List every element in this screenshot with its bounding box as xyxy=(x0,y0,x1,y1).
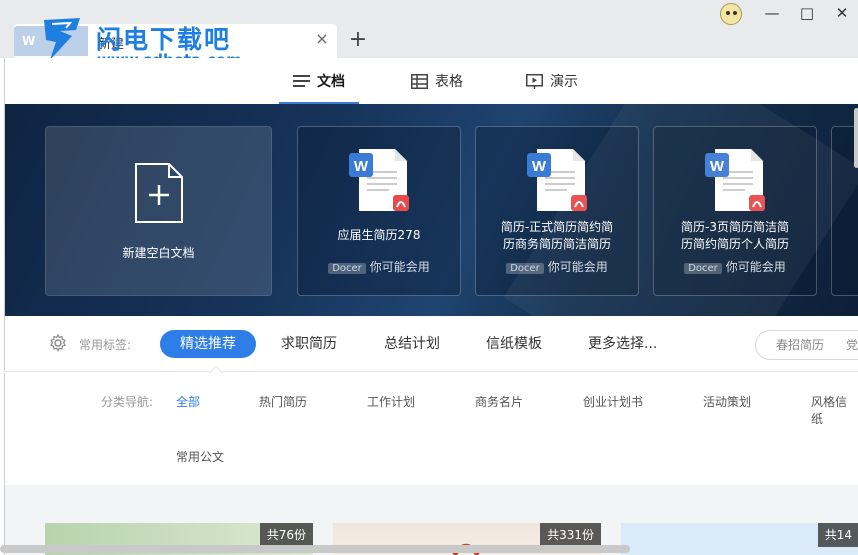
template-title-line2: 历简约简历个人简历 xyxy=(680,237,789,251)
category-nav: 分类导航: 全部 热门简历 工作计划 商务名片 创业计划书 活动策划 风格信纸 … xyxy=(4,373,858,485)
presentation-icon xyxy=(526,73,543,89)
tab-presentation-label: 演示 xyxy=(550,74,578,90)
tab-close-button[interactable]: × xyxy=(313,30,331,48)
template-footer: Docer 你可能会用 xyxy=(654,258,816,275)
template-card[interactable]: W 应届生简历278 Docer 你可能会用 xyxy=(297,126,461,296)
template-footer-text: 你可能会用 xyxy=(369,260,430,274)
user-avatar[interactable] xyxy=(720,3,742,25)
template-title-line1: 简历-3页简历简洁简 xyxy=(681,220,789,234)
category-business-card[interactable]: 商务名片 xyxy=(475,393,523,410)
document-lines-icon xyxy=(293,74,310,87)
template-footer: Docer 你可能会用 xyxy=(476,258,638,275)
svg-text:W: W xyxy=(532,158,547,175)
category-hot-resume[interactable]: 热门简历 xyxy=(259,393,307,410)
common-tags-label: 常用标签: xyxy=(79,338,132,352)
template-card[interactable]: W 简历-正式简历简约简 历商务简历简洁简历 Docer 你可能会用 xyxy=(475,126,639,296)
active-tag-caret xyxy=(210,365,222,373)
docer-badge: Docer xyxy=(328,263,366,274)
tag-featured[interactable]: 精选推荐 xyxy=(160,330,256,358)
minimize-button[interactable]: — xyxy=(760,3,784,23)
tag-letter-template[interactable]: 信纸模板 xyxy=(486,330,542,358)
svg-text:W: W xyxy=(710,158,725,175)
template-banner: 新建空白文档 W 应届生简历278 Docer 你可能会用 W 简历-正式简历简… xyxy=(4,104,858,316)
banner-scrollbar[interactable] xyxy=(854,108,858,168)
close-window-button[interactable]: ✕ xyxy=(830,3,854,23)
watermark-lightning-icon xyxy=(44,18,80,60)
category-event-planning[interactable]: 活动策划 xyxy=(703,393,751,410)
template-thumbnail[interactable]: 共14 xyxy=(621,523,858,555)
table-grid-icon xyxy=(411,73,428,89)
tab-presentation[interactable]: 演示 xyxy=(526,58,578,104)
category-official-docs[interactable]: 常用公文 xyxy=(176,448,224,465)
category-nav-label: 分类导航: xyxy=(101,395,154,409)
gear-icon[interactable] xyxy=(49,334,67,352)
new-tab-button[interactable]: + xyxy=(346,28,370,52)
new-blank-document-card[interactable]: 新建空白文档 xyxy=(45,126,272,296)
category-all[interactable]: 全部 xyxy=(176,393,200,410)
template-count-badge: 共14 xyxy=(817,523,858,547)
template-count-badge: 共331份 xyxy=(540,523,601,547)
template-count-badge: 共76份 xyxy=(259,523,313,547)
tag-summary-plan[interactable]: 总结计划 xyxy=(384,330,440,358)
title-bar: W 新建 × + 闪电下载吧 www.sdbeta.com — □ ✕ xyxy=(0,0,858,69)
tab-document-label: 文档 xyxy=(317,74,345,90)
template-footer-text: 你可能会用 xyxy=(725,260,786,274)
search-chip[interactable]: 党 xyxy=(846,331,858,359)
wps-writer-file-icon: W xyxy=(349,149,409,211)
new-document-plus-icon xyxy=(134,163,183,223)
tag-more-options[interactable]: 更多选择... xyxy=(588,330,657,358)
category-style-letter[interactable]: 风格信纸 xyxy=(811,393,858,427)
tag-resume[interactable]: 求职简历 xyxy=(281,330,337,358)
category-work-plan[interactable]: 工作计划 xyxy=(367,393,415,410)
wps-writer-file-icon: W xyxy=(527,149,587,211)
docer-badge: Docer xyxy=(684,263,722,274)
new-blank-document-label: 新建空白文档 xyxy=(122,246,195,260)
tab-spreadsheet-label: 表格 xyxy=(435,74,463,90)
template-card[interactable]: W 简历-3页简历简洁简 历简约简历个人简历 Docer 你可能会用 xyxy=(653,126,817,296)
wps-writer-file-icon: W xyxy=(705,149,765,211)
common-tags-row: 常用标签: 精选推荐 求职简历 总结计划 信纸模板 更多选择... 春招简历 党 xyxy=(4,316,858,373)
tab-document[interactable]: 文档 xyxy=(279,58,359,104)
template-footer-text: 你可能会用 xyxy=(547,260,608,274)
quick-search-chips[interactable]: 春招简历 党 xyxy=(755,330,858,360)
template-title-line2: 历商务简历简洁简历 xyxy=(502,237,611,251)
docer-badge: Docer xyxy=(506,263,544,274)
document-type-bar: 文档 表格 演示 xyxy=(4,58,858,104)
svg-text:W: W xyxy=(354,158,369,175)
horizontal-scrollbar[interactable] xyxy=(0,545,630,553)
search-chip[interactable]: 春招简历 xyxy=(776,338,824,352)
template-title-line1: 应届生简历278 xyxy=(337,228,421,242)
template-title-line1: 简历-正式简历简约简 xyxy=(500,220,614,234)
category-business-plan[interactable]: 创业计划书 xyxy=(583,393,643,410)
template-footer: Docer 你可能会用 xyxy=(298,258,460,275)
tab-spreadsheet[interactable]: 表格 xyxy=(411,58,463,104)
maximize-button[interactable]: □ xyxy=(795,3,819,23)
